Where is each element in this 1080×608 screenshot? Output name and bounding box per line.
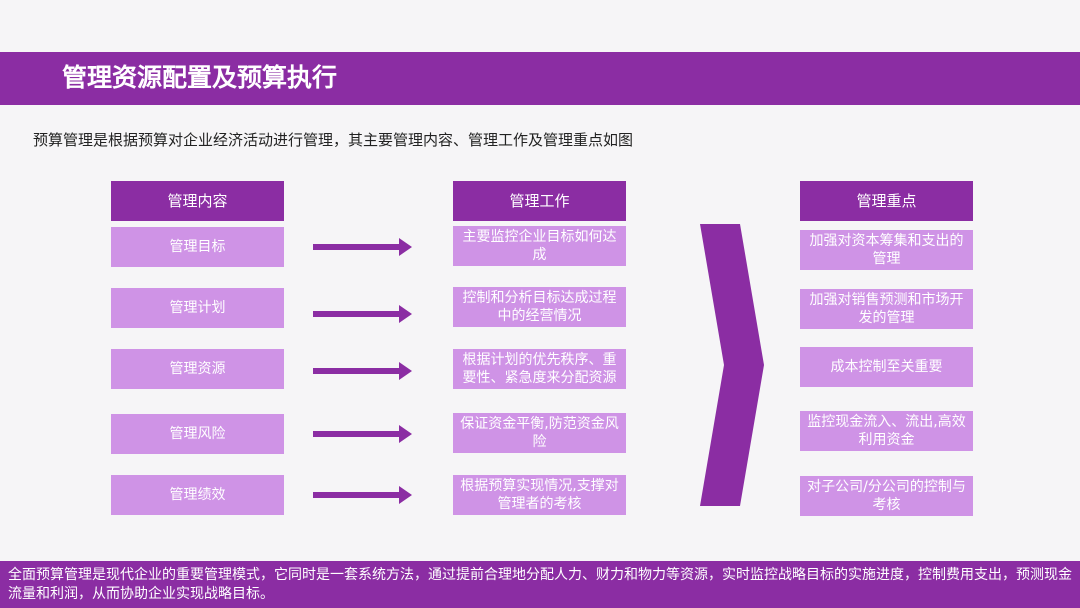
footer-bar: 全面预算管理是现代企业的重要管理模式，它同时是一套系统方法，通过提前合理地分配人… — [0, 561, 1080, 608]
arrow-right-icon — [313, 238, 412, 256]
work-item-plan: 控制和分析目标达成过程中的经营情况 — [453, 287, 626, 327]
work-item-risk: 保证资金平衡,防范资金风险 — [453, 413, 626, 453]
column-header-focus: 管理重点 — [800, 181, 973, 221]
content-item-plan: 管理计划 — [111, 288, 284, 328]
column-header-work: 管理工作 — [453, 181, 626, 221]
focus-item-cost: 成本控制至关重要 — [800, 347, 973, 387]
page-title: 管理资源配置及预算执行 — [62, 63, 338, 92]
arrow-right-icon — [313, 362, 412, 380]
column-header-content: 管理内容 — [111, 181, 284, 221]
work-item-resource: 根据计划的优先秩序、重要性、紧急度来分配资源 — [453, 349, 626, 389]
focus-item-subsidiary: 对子公司/分公司的控制与考核 — [800, 476, 973, 516]
arrow-right-icon — [313, 425, 412, 443]
chevron-right-icon — [700, 224, 764, 506]
footer-text: 全面预算管理是现代企业的重要管理模式，它同时是一套系统方法，通过提前合理地分配人… — [8, 567, 1072, 602]
focus-item-cash: 监控现金流入、流出,高效利用资金 — [800, 411, 973, 451]
content-item-risk: 管理风险 — [111, 414, 284, 454]
title-bar: 管理资源配置及预算执行 — [0, 52, 1080, 105]
intro-text: 预算管理是根据预算对企业经济活动进行管理，其主要管理内容、管理工作及管理重点如图 — [33, 131, 634, 149]
work-item-goal: 主要监控企业目标如何达成 — [453, 226, 626, 266]
content-item-goal: 管理目标 — [111, 227, 284, 267]
content-item-resource: 管理资源 — [111, 349, 284, 389]
content-item-performance: 管理绩效 — [111, 475, 284, 515]
arrow-right-icon — [313, 305, 412, 323]
focus-item-sales: 加强对销售预测和市场开发的管理 — [800, 289, 973, 329]
arrow-right-icon — [313, 486, 412, 504]
focus-item-capital: 加强对资本筹集和支出的管理 — [800, 230, 973, 270]
work-item-performance: 根据预算实现情况,支撑对管理者的考核 — [453, 475, 626, 515]
